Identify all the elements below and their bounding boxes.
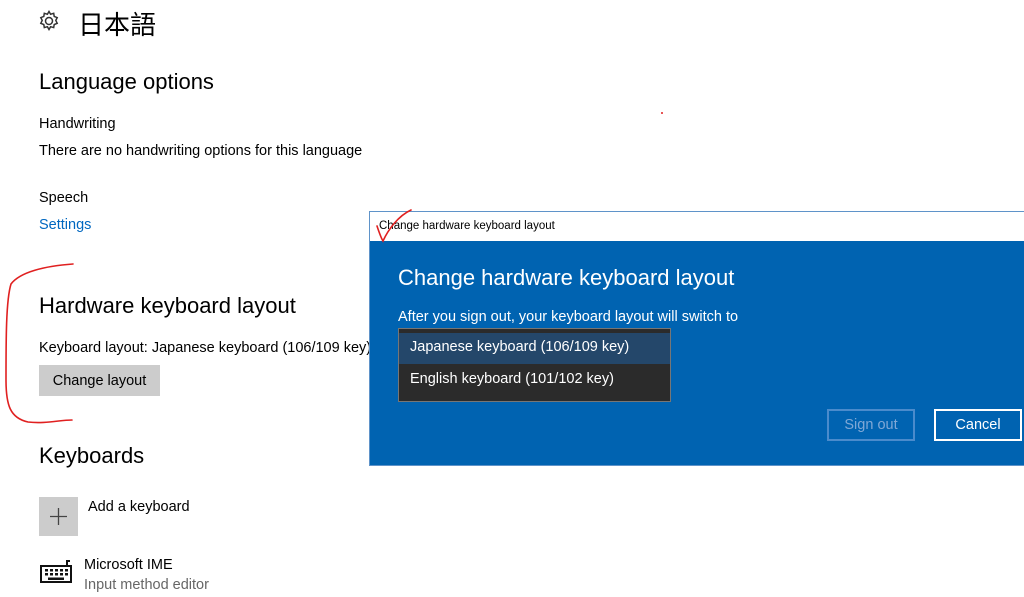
plus-icon bbox=[50, 508, 67, 525]
dialog-titlebar-text: Change hardware keyboard layout bbox=[379, 220, 555, 232]
keyboard-layout-dropdown-list[interactable]: Japanese keyboard (106/109 key) English … bbox=[398, 328, 671, 402]
option-japanese-keyboard[interactable]: Japanese keyboard (106/109 key) bbox=[399, 333, 670, 364]
handwriting-text: There are no handwriting options for thi… bbox=[39, 143, 363, 159]
dot-annotation bbox=[661, 112, 663, 114]
ime-name[interactable]: Microsoft IME bbox=[84, 557, 173, 573]
change-layout-dialog: Change hardware keyboard layout Change h… bbox=[369, 211, 1024, 466]
keyboard-icon bbox=[40, 560, 72, 583]
sign-out-button[interactable]: Sign out bbox=[827, 409, 915, 441]
keyboards-heading: Keyboards bbox=[39, 443, 145, 468]
hardware-keyboard-heading: Hardware keyboard layout bbox=[39, 293, 296, 318]
speech-label: Speech bbox=[39, 190, 89, 206]
handwriting-label: Handwriting bbox=[39, 116, 116, 132]
keyboard-layout-text: Keyboard layout: Japanese keyboard (106/… bbox=[39, 340, 372, 356]
add-keyboard-label[interactable]: Add a keyboard bbox=[88, 499, 190, 515]
dialog-description: After you sign out, your keyboard layout… bbox=[398, 309, 739, 325]
change-layout-button[interactable]: Change layout bbox=[39, 365, 160, 396]
ime-description: Input method editor bbox=[84, 577, 209, 593]
dialog-heading: Change hardware keyboard layout bbox=[398, 265, 735, 290]
dialog-titlebar[interactable]: Change hardware keyboard layout bbox=[370, 212, 1024, 241]
cancel-button[interactable]: Cancel bbox=[934, 409, 1022, 441]
add-keyboard-button[interactable] bbox=[39, 497, 78, 536]
page-title: 日本語 bbox=[78, 11, 157, 41]
language-options-heading: Language options bbox=[39, 69, 214, 94]
speech-settings-link[interactable]: Settings bbox=[39, 217, 91, 233]
gear-icon bbox=[39, 10, 59, 32]
option-english-keyboard[interactable]: English keyboard (101/102 key) bbox=[399, 365, 670, 396]
